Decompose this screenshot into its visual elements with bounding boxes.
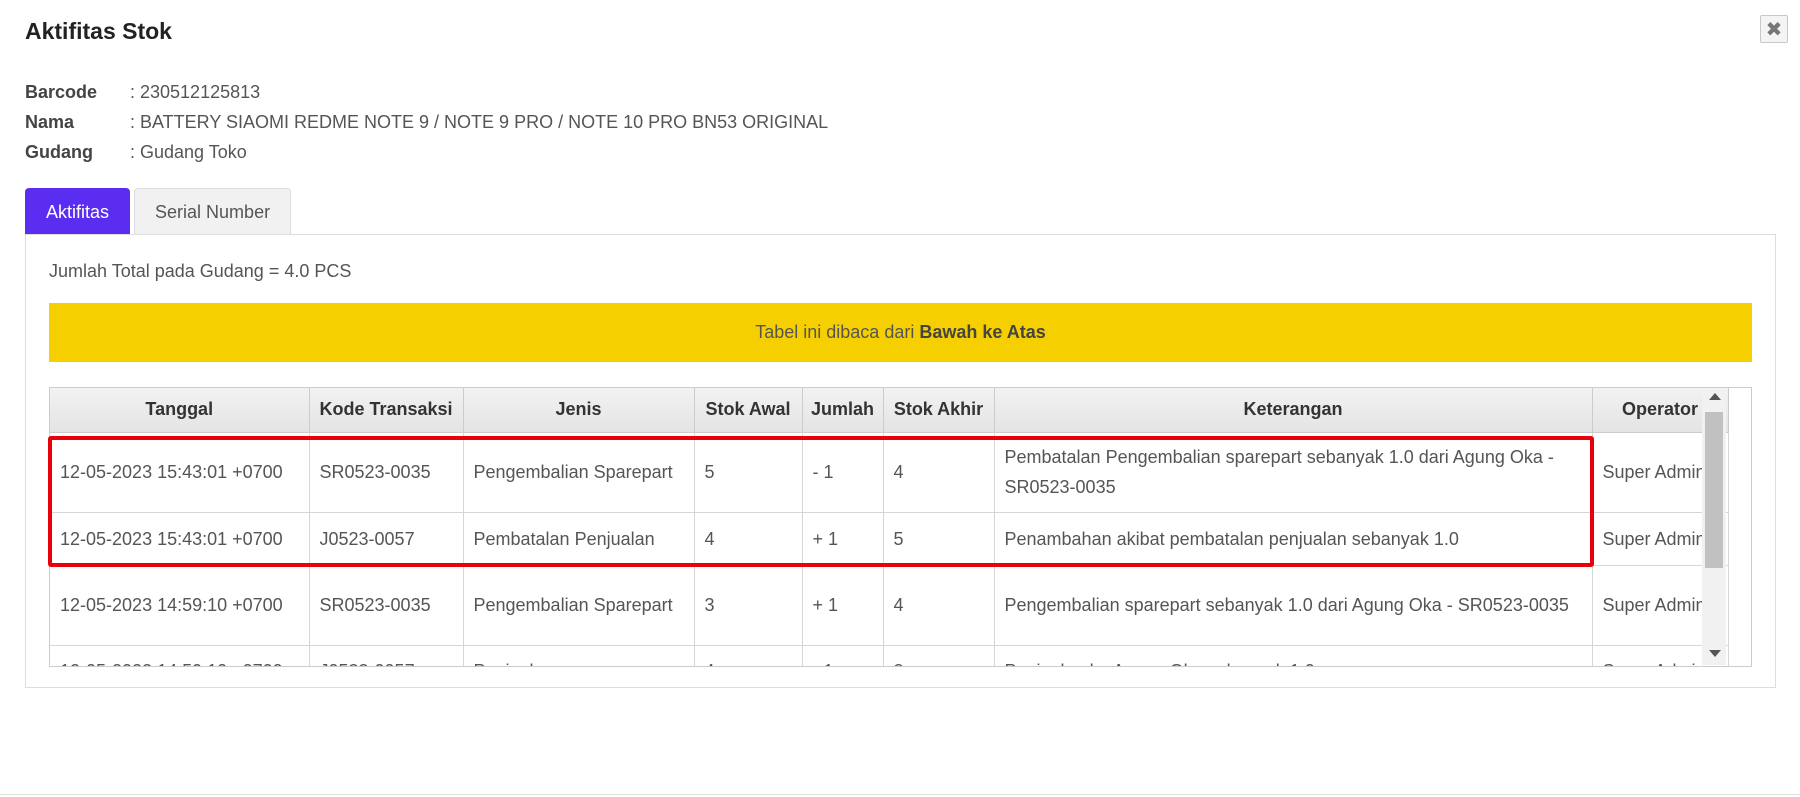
close-button[interactable]: ✖ [1760,15,1788,43]
column-header[interactable]: Stok Akhir [883,388,995,433]
cell-stok-awal: 4 [694,512,803,566]
activity-table: Tanggal Kode Transaksi Jenis Stok Awal J… [50,388,1729,666]
activity-table-container[interactable]: Tanggal Kode Transaksi Jenis Stok Awal J… [49,387,1752,667]
cell-stok-awal: 3 [694,565,803,646]
nama-value: : BATTERY SIAOMI REDME NOTE 9 / NOTE 9 P… [130,112,829,132]
cell-stok-akhir: 4 [883,432,995,513]
tab-serial-number[interactable]: Serial Number [134,188,292,235]
cell-keterangan: Pengembalian sparepart sebanyak 1.0 dari… [994,565,1593,646]
info-row-gudang: Gudang : Gudang Toko [25,137,828,167]
cell-jumlah: + 1 [802,512,884,566]
close-icon: ✖ [1765,18,1783,41]
cell-keterangan: Pembatalan Pengembalian sparepart sebany… [994,432,1593,513]
column-header[interactable]: Keterangan [994,388,1593,433]
total-stock-text: Jumlah Total pada Gudang = 4.0 PCS [49,261,352,281]
cell-jenis: Pembatalan Penjualan [463,512,695,566]
table-row[interactable]: 12-05-2023 14:59:10 +0700 J0523-0057 Pen… [50,645,1729,666]
cell-jenis: Pengembalian Sparepart [463,565,695,646]
column-header[interactable]: Jumlah [802,388,884,433]
cell-jenis: Penjualan [463,645,695,666]
table-row[interactable]: 12-05-2023 15:43:01 +0700 J0523-0057 Pem… [50,512,1729,566]
read-direction-banner: Tabel ini dibaca dari Bawah ke Atas [49,303,1752,362]
table-row[interactable]: 12-05-2023 15:43:01 +0700 SR0523-0035 Pe… [50,432,1729,513]
table-row[interactable]: 12-05-2023 14:59:10 +0700 SR0523-0035 Pe… [50,565,1729,646]
cell-stok-awal: 4 [694,645,803,666]
cell-stok-akhir: 4 [883,565,995,646]
cell-kode-transaksi: J0523-0057 [309,512,464,566]
cell-tanggal: 12-05-2023 14:59:10 +0700 [50,645,310,666]
column-header[interactable]: Stok Awal [694,388,803,433]
cell-jumlah: - 1 [802,432,884,513]
gudang-label: Gudang [25,142,93,162]
barcode-label: Barcode [25,82,98,102]
cell-tanggal: 12-05-2023 15:43:01 +0700 [50,432,310,513]
cell-jenis: Pengembalian Sparepart [463,432,695,513]
divider [0,794,1800,795]
column-header[interactable]: Tanggal [50,388,310,433]
barcode-value: : 230512125813 [130,82,261,102]
cell-jumlah: + 1 [802,565,884,646]
modal-title: Aktifitas Stok [25,18,172,44]
tab-panel: Jumlah Total pada Gudang = 4.0 PCS Tabel… [25,234,1776,688]
column-header[interactable]: Kode Transaksi [309,388,464,433]
gudang-value: : Gudang Toko [130,142,247,162]
stock-activity-modal: Aktifitas Stok ✖ Barcode : 230512125813 … [0,0,1800,797]
banner-text: Tabel ini dibaca dari [755,322,915,342]
cell-kode-transaksi: J0523-0057 [309,645,464,666]
cell-stok-awal: 5 [694,432,803,513]
cell-keterangan: Penjualan ke Agung Oka sebanyak 1.0 [994,645,1593,666]
scroll-down-icon[interactable] [1709,650,1721,657]
cell-jumlah: - 1 [802,645,884,666]
table-header-row: Tanggal Kode Transaksi Jenis Stok Awal J… [50,388,1729,433]
cell-stok-akhir: 3 [883,645,995,666]
cell-tanggal: 12-05-2023 14:59:10 +0700 [50,565,310,646]
tab-bar: Aktifitas Serial Number [25,188,295,235]
column-header[interactable]: Jenis [463,388,695,433]
nama-label: Nama [25,112,75,132]
scroll-up-icon[interactable] [1709,393,1721,400]
cell-kode-transaksi: SR0523-0035 [309,565,464,646]
scrollbar-thumb[interactable] [1705,412,1723,568]
cell-stok-akhir: 5 [883,512,995,566]
product-info: Barcode : 230512125813 Nama : BATTERY SI… [25,77,828,167]
info-row-barcode: Barcode : 230512125813 [25,77,828,107]
tab-aktifitas[interactable]: Aktifitas [25,188,131,235]
cell-kode-transaksi: SR0523-0035 [309,432,464,513]
info-row-nama: Nama : BATTERY SIAOMI REDME NOTE 9 / NOT… [25,107,828,137]
cell-tanggal: 12-05-2023 15:43:01 +0700 [50,512,310,566]
banner-bold-text: Bawah ke Atas [919,322,1046,342]
cell-keterangan: Penambahan akibat pembatalan penjualan s… [994,512,1593,566]
